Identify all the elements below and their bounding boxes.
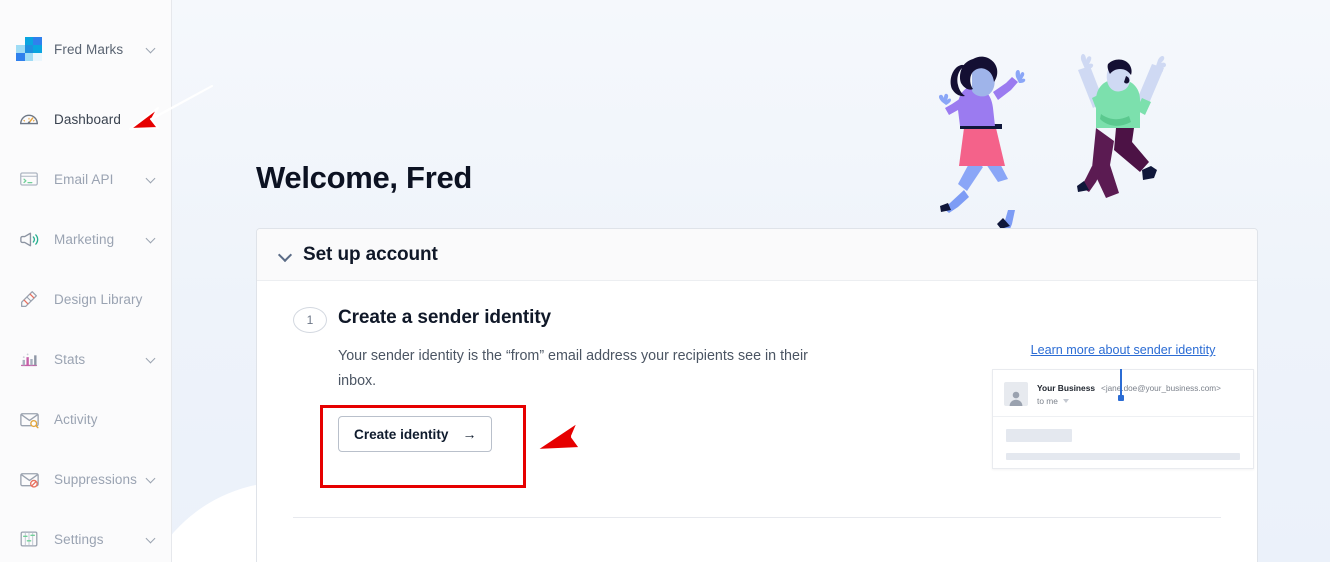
mail-search-icon xyxy=(16,407,42,431)
sidebar-item-label: Email API xyxy=(54,171,114,187)
sidebar-item-label: Marketing xyxy=(54,231,115,247)
chevron-down-icon xyxy=(280,249,292,261)
email-preview-body xyxy=(993,417,1253,468)
chevron-down-icon xyxy=(147,234,157,244)
email-recipient-label: to me xyxy=(1037,396,1058,406)
setup-account-header[interactable]: Set up account xyxy=(257,229,1257,281)
sidebar-item-design-library[interactable]: Design Library xyxy=(0,269,171,329)
app-logo-icon xyxy=(16,37,42,61)
sidebar-item-marketing[interactable]: Marketing xyxy=(0,209,171,269)
sidebar-item-label: Settings xyxy=(54,531,104,547)
pointer-line-decoration xyxy=(1118,369,1124,401)
placeholder-block xyxy=(1006,429,1072,442)
sidebar-item-settings[interactable]: Settings xyxy=(0,509,171,562)
email-preview-card: Your Business <jane.doe@your_business.co… xyxy=(992,369,1254,469)
caret-down-icon[interactable] xyxy=(1062,399,1069,403)
setup-account-title: Set up account xyxy=(303,243,438,265)
terminal-icon xyxy=(16,167,42,191)
email-from-name: Your Business xyxy=(1037,383,1096,393)
bar-chart-icon xyxy=(16,347,42,371)
sidebar-item-label: Suppressions xyxy=(54,471,137,487)
setup-account-card: Set up account 1 Create a sender identit… xyxy=(256,228,1258,562)
sidebar-item-dashboard[interactable]: Dashboard xyxy=(0,89,171,149)
email-preview-meta: Your Business <jane.doe@your_business.co… xyxy=(1037,382,1221,406)
step-description: Your sender identity is the “from” email… xyxy=(338,348,808,389)
gauge-icon xyxy=(16,107,42,131)
sidebar-item-suppressions[interactable]: Suppressions xyxy=(0,449,171,509)
avatar xyxy=(1004,382,1028,406)
sidebar-item-stats[interactable]: Stats xyxy=(0,329,171,389)
sidebar: Fred Marks Dashboard Email API Marketing… xyxy=(0,0,172,562)
sidebar-nav: Dashboard Email API Marketing Design Lib… xyxy=(0,89,171,562)
celebration-illustration xyxy=(920,40,1190,234)
page-title: Welcome, Fred xyxy=(256,160,473,195)
sidebar-item-label: Design Library xyxy=(54,291,143,307)
main-content: Welcome, Fred Set up account 1 Create a … xyxy=(172,0,1330,562)
mail-block-icon xyxy=(16,467,42,491)
placeholder-block xyxy=(1006,453,1240,460)
email-from-address: <jane.doe@your_business.com> xyxy=(1101,384,1221,393)
sidebar-item-label: Dashboard xyxy=(54,111,121,127)
sidebar-item-label: Stats xyxy=(54,351,86,367)
create-identity-button[interactable]: Create identity → xyxy=(338,416,493,452)
email-preview-header: Your Business <jane.doe@your_business.co… xyxy=(993,370,1253,417)
step-number-badge: 1 xyxy=(293,307,327,333)
setup-step-1: 1 Create a sender identity Your sender i… xyxy=(257,281,1257,469)
step-title: Create a sender identity xyxy=(338,307,552,328)
pencil-ruler-icon xyxy=(16,287,42,311)
chevron-down-icon xyxy=(147,534,157,544)
megaphone-icon xyxy=(16,227,42,251)
chevron-down-icon xyxy=(147,354,157,364)
learn-more-sender-identity-link[interactable]: Learn more about sender identity xyxy=(992,343,1254,357)
setup-step-2: 2 Learn about email sending options xyxy=(257,541,1257,562)
create-identity-button-label: Create identity xyxy=(354,426,449,442)
sidebar-item-activity[interactable]: Activity xyxy=(0,389,171,449)
sidebar-item-label: Activity xyxy=(54,411,98,427)
account-switcher[interactable]: Fred Marks xyxy=(0,19,171,79)
step-divider xyxy=(293,517,1221,518)
sliders-icon xyxy=(16,527,42,551)
chevron-down-icon xyxy=(147,474,157,484)
arrow-right-icon: → xyxy=(462,426,477,442)
chevron-down-icon xyxy=(147,44,157,54)
account-name: Fred Marks xyxy=(54,41,124,57)
sidebar-item-email-api[interactable]: Email API xyxy=(0,149,171,209)
chevron-down-icon xyxy=(147,174,157,184)
sender-identity-preview: Learn more about sender identity Your Bu… xyxy=(992,343,1254,469)
app-root: Fred Marks Dashboard Email API Marketing… xyxy=(0,0,1330,562)
